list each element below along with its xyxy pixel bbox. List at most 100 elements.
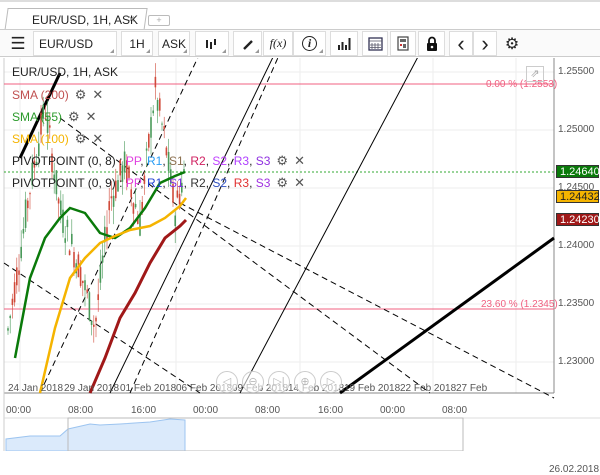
info-button[interactable]: i [293, 31, 326, 56]
separator: , [140, 176, 147, 190]
candle [29, 193, 31, 195]
menu-button[interactable]: ☰ [4, 31, 32, 56]
candle [161, 123, 163, 125]
gear-icon[interactable]: ⚙ [276, 175, 288, 190]
close-icon[interactable]: ✕ [92, 87, 103, 102]
separator: , [249, 176, 256, 190]
candle [108, 201, 110, 211]
price-axis-label: 1.25000 [558, 124, 595, 135]
fib-level-23-6: 23.60 % (1.2345) [481, 299, 558, 310]
time-label: 00:00 [193, 405, 219, 416]
pivot-item: S1 [168, 154, 184, 168]
date-label: 24 Jan 2018 [8, 383, 64, 394]
gear-icon[interactable]: ⚙ [276, 153, 288, 168]
sma55-label: SMA (55) [12, 110, 63, 124]
tab-close-icon[interactable]: × [128, 12, 135, 26]
chart-area[interactable]: EUR/USD, 1H, ASK SMA (200) ⚙ ✕ SMA (55) ⚙ ✕ … [0, 58, 600, 475]
separator: : [115, 176, 126, 190]
tab-title[interactable]: EUR/USD, 1H, ASK [32, 13, 138, 27]
pivot-item: S2 [212, 176, 228, 190]
time-label: 08:00 [68, 405, 94, 416]
date-label: 01 Feb 2018 [120, 383, 177, 394]
candle [152, 110, 154, 114]
pivot2-items: PP, R1, S1, R2, S2, R3, S3 [126, 176, 271, 190]
nav-play-button[interactable]: ▷ [320, 371, 342, 393]
candle [134, 203, 137, 208]
gear-icon[interactable]: ⚙ [75, 131, 87, 146]
pivot-item: S3 [255, 176, 271, 190]
legend-sma200: SMA (200) ⚙ ✕ [12, 87, 103, 103]
zoom-out-button[interactable]: ⊖ [242, 371, 264, 393]
bar-chart-icon [338, 38, 351, 50]
candle [71, 233, 73, 245]
candle [18, 270, 20, 275]
scroll-left-button[interactable]: ‹ [449, 31, 473, 56]
sma100-line [38, 197, 187, 394]
volume-button[interactable] [330, 31, 358, 56]
pivot-item: S2 [212, 154, 228, 168]
pivot-item: PP [125, 176, 141, 190]
candle [16, 267, 18, 286]
separator: , [227, 154, 234, 168]
date-label: 22 Feb 2018 [400, 383, 457, 394]
candle [145, 148, 148, 151]
candle [27, 200, 29, 209]
lock-icon [426, 36, 437, 51]
legend-sma100: SMA (100) ⚙ ✕ [12, 131, 103, 147]
candle [110, 196, 113, 199]
trend-line [239, 58, 418, 394]
candle [11, 298, 14, 305]
price-label: 1.24432 [556, 190, 600, 203]
candle [178, 193, 181, 205]
tab-bar: EUR/USD, 1H, ASK × + [0, 0, 600, 31]
popout-icon[interactable]: ⇗ [526, 66, 544, 82]
period-select[interactable]: 1H [121, 31, 153, 56]
indicators-button[interactable]: f(x) [263, 31, 293, 56]
separator: : [115, 154, 126, 168]
gear-icon[interactable]: ⚙ [75, 87, 87, 102]
date-label: 19 Feb 2018 [344, 383, 401, 394]
time-label: 16:00 [131, 405, 157, 416]
close-icon[interactable]: ✕ [92, 131, 103, 146]
calendar-button[interactable] [362, 31, 388, 56]
scroll-right-button[interactable]: › [473, 31, 497, 56]
drawing-tools-button[interactable] [233, 31, 262, 56]
candle [150, 117, 152, 138]
time-label: 08:00 [255, 405, 281, 416]
separator: , [227, 176, 234, 190]
date-label: 29 Jan 2018 [64, 383, 120, 394]
close-icon[interactable]: ✕ [86, 109, 97, 124]
lock-button[interactable] [418, 31, 445, 56]
candle [88, 292, 91, 321]
price-label: 1.24640 [556, 165, 600, 178]
zoom-in-button[interactable]: ⊕ [294, 371, 316, 393]
candle [154, 76, 157, 88]
pivot1-label: PIVOTPOINT (0, 8) [12, 154, 116, 168]
legend-sma55: SMA (55) ⚙ ✕ [12, 109, 97, 125]
price-axis-label: 1.25500 [558, 66, 595, 77]
pivot-item: R3 [233, 154, 250, 168]
candle [93, 324, 95, 327]
add-tab-button[interactable]: + [148, 15, 170, 26]
chart-type-button[interactable] [195, 31, 229, 56]
calculator-button[interactable] [390, 31, 416, 56]
nav-end-button[interactable]: ▷| [268, 371, 290, 393]
candle [159, 98, 161, 111]
trend-line [339, 236, 555, 395]
pivot-item: R2 [190, 154, 206, 168]
legend-pivot1: PIVOTPOINT (0, 8) : PP, R1, S1, R2, S2, … [12, 153, 305, 169]
close-icon[interactable]: ✕ [294, 153, 305, 168]
symbol-select[interactable]: EUR/USD [33, 31, 117, 56]
candle [148, 134, 150, 148]
candle [79, 267, 82, 286]
candle [84, 280, 86, 291]
calendar-icon [367, 37, 383, 51]
calculator-icon [397, 36, 409, 51]
gear-icon[interactable]: ⚙ [68, 109, 80, 124]
candle [90, 320, 93, 325]
close-icon[interactable]: ✕ [294, 175, 305, 190]
candle [22, 228, 25, 234]
price-side-select[interactable]: ASK [158, 31, 190, 56]
settings-button[interactable]: ⚙ [500, 31, 524, 56]
nav-back-button[interactable]: ◁ [216, 371, 238, 393]
